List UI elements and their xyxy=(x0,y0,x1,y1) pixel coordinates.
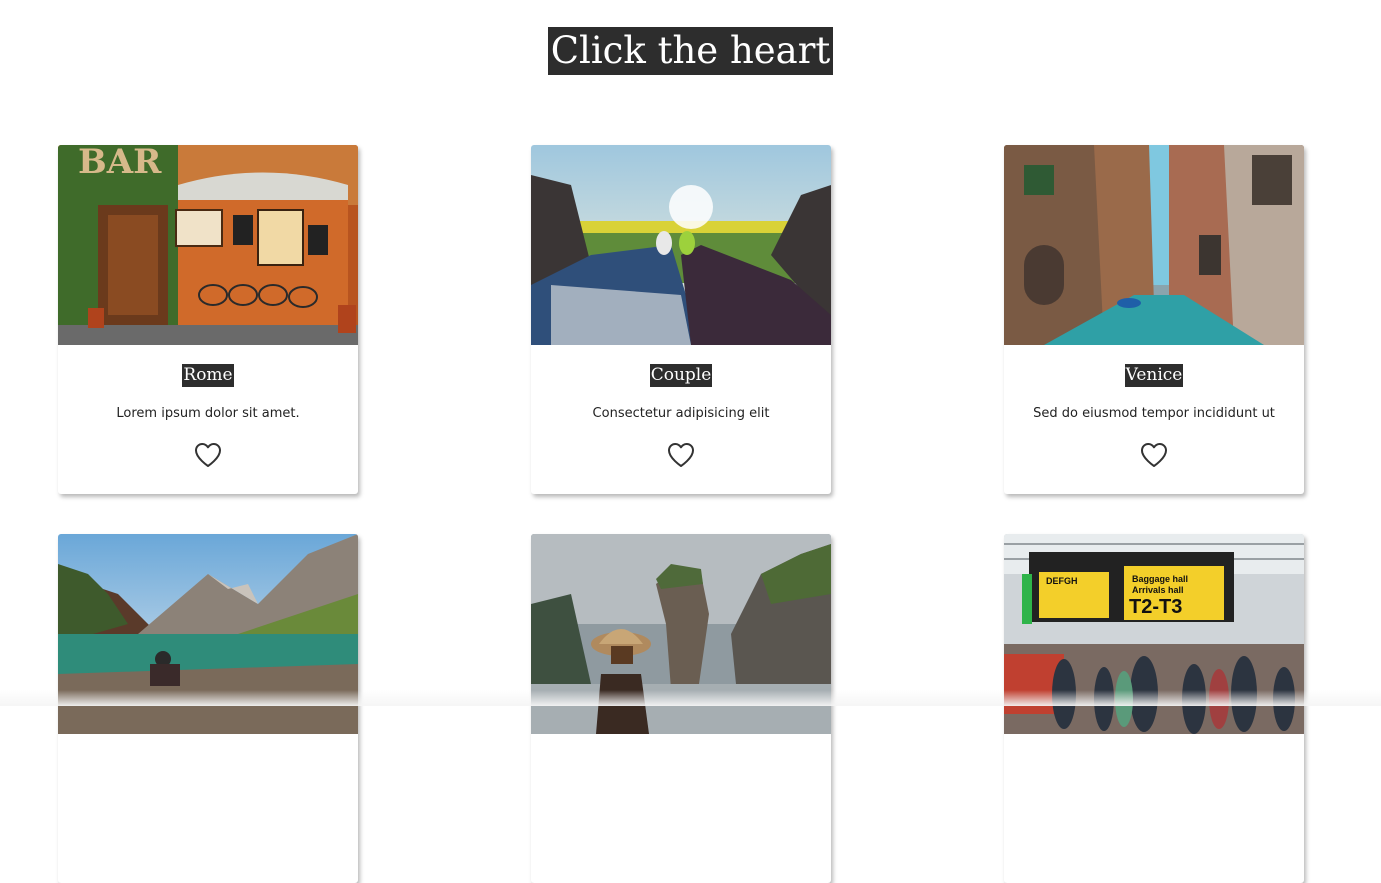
card-description: Consectetur adipisicing elit xyxy=(592,406,770,421)
bottom-scroll-fade xyxy=(0,690,1381,706)
svg-text:Baggage hall: Baggage hall xyxy=(1132,574,1188,584)
card-title: Rome xyxy=(182,364,234,387)
heart-icon[interactable] xyxy=(1140,442,1168,468)
svg-text:BAR: BAR xyxy=(78,145,162,182)
card-airport: Baggage hall Arrivals hall T2-T3 DEFGH xyxy=(1004,534,1304,883)
rome-bar-photo: BAR xyxy=(58,145,358,345)
card-mountain-lake xyxy=(58,534,358,883)
card-rock-island xyxy=(531,534,831,883)
header: Click the heart xyxy=(0,27,1381,75)
card-description: Sed do eiusmod tempor incididunt ut xyxy=(1033,406,1275,421)
heart-icon[interactable] xyxy=(194,442,222,468)
card-couple: Couple Consectetur adipisicing elit xyxy=(531,145,831,494)
svg-text:DEFGH: DEFGH xyxy=(1046,576,1078,586)
card-title: Venice xyxy=(1124,364,1184,387)
heart-icon[interactable] xyxy=(667,442,695,468)
card-description: Lorem ipsum dolor sit amet. xyxy=(116,406,300,421)
card-title: Couple xyxy=(649,364,713,387)
venice-canal-photo xyxy=(1004,145,1304,345)
svg-text:T2-T3: T2-T3 xyxy=(1129,596,1182,618)
svg-text:Arrivals hall: Arrivals hall xyxy=(1132,585,1184,595)
couple-feet-car-photo xyxy=(531,145,831,345)
page-title: Click the heart xyxy=(547,27,834,75)
card-venice: Venice Sed do eiusmod tempor incididunt … xyxy=(1004,145,1304,494)
card-rome: BAR Rome Lorem ipsum dolor sit amet. xyxy=(58,145,358,494)
